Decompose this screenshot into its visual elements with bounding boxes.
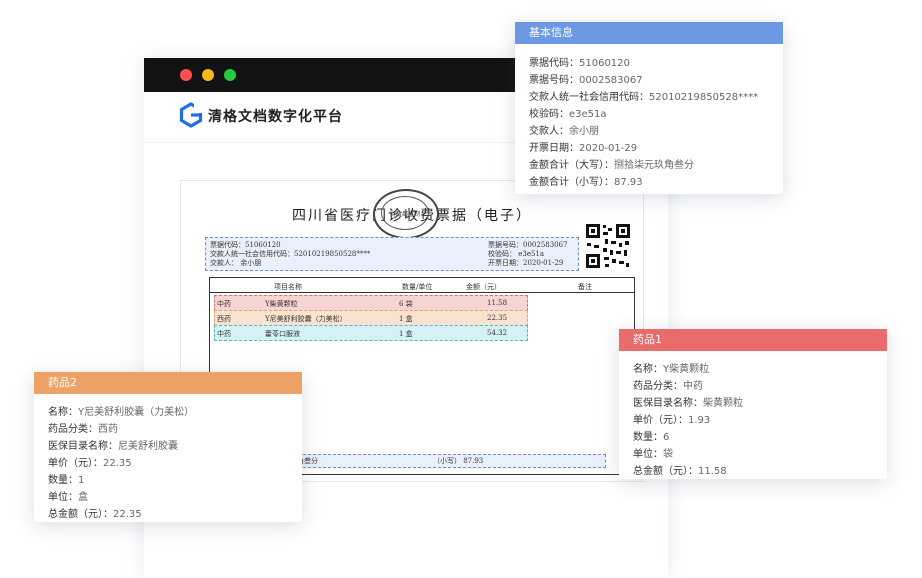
maximize-dot-icon[interactable]: [224, 69, 236, 81]
basic-info-card: 基本信息 票据代码：51060120 票据号码：0002583067 交款人统一…: [515, 22, 783, 194]
row-item-name: 藿苓口服液: [265, 330, 300, 338]
row-amount: 54.32: [487, 329, 508, 337]
drug-field: 单价（元）：1.93: [633, 415, 711, 426]
close-dot-icon[interactable]: [180, 69, 192, 81]
platform-logo-icon: [179, 102, 204, 128]
drug-field: 数量：1: [48, 475, 85, 486]
minimize-dot-icon[interactable]: [202, 69, 214, 81]
column-header-item-name: 项目名称: [274, 283, 302, 291]
column-header-amount: 金额（元）: [466, 283, 501, 291]
row-quantity: 1 盒: [399, 315, 413, 323]
total-amount-small: （小写） 87.93: [433, 457, 484, 465]
row-quantity: 6 袋: [399, 300, 413, 308]
drug-field: 数量：6: [633, 432, 670, 443]
table-row[interactable]: 中药 Y柴黄颗粒 6 袋 11.58: [214, 295, 528, 311]
row-quantity: 1 盒: [399, 330, 413, 338]
drug-field: 名称：Y柴黄颗粒: [633, 364, 710, 375]
drug-field: 总金额（元）：11.58: [633, 466, 727, 477]
info-field: 交款人统一社会信用代码：52010219850528****: [529, 92, 759, 103]
info-field: 金额合计（大写）：捌拾柒元玖角叁分: [529, 160, 694, 171]
seal-inner-ring: 财政部监制: [381, 196, 429, 230]
row-amount: 11.58: [487, 299, 508, 307]
total-row[interactable]: 元玖角叁分 （小写） 87.93: [278, 454, 606, 468]
column-header-quantity-unit: 数量/单位: [402, 283, 433, 291]
drug2-card: 药品2 名称：Y尼美舒利胶囊（力美松） 药品分类：西药 医保目录名称：尼美舒利胶…: [34, 372, 302, 522]
info-field: 校验码：e3e51a: [529, 109, 607, 120]
header-left-line-3: 交款人： 余小朋: [210, 259, 262, 267]
drug-field: 单位：袋: [633, 449, 673, 460]
table-row[interactable]: 中药 藿苓口服液 1 盒 54.32: [214, 325, 528, 341]
row-amount: 22.35: [487, 314, 508, 322]
row-category: 中药: [217, 330, 231, 338]
drug-field: 医保目录名称：尼美舒利胶囊: [48, 441, 178, 452]
receipt-header-block[interactable]: 票据代码：51060120 交款人统一社会信用代码：52010219850528…: [205, 237, 579, 271]
info-field: 票据代码：51060120: [529, 58, 630, 69]
header-right-line-3: 开票日期：2020-01-29: [488, 259, 564, 267]
drug-field: 药品分类：中药: [633, 381, 703, 392]
basic-info-card-header: 基本信息: [515, 22, 783, 44]
drug-field: 单价（元）：22.35: [48, 458, 132, 469]
drug-field: 医保目录名称：柴黄颗粒: [633, 398, 743, 409]
drug1-card-header: 药品1: [619, 329, 887, 351]
row-item-name: Y尼美舒利胶囊（力美松）: [265, 315, 347, 323]
info-field: 交款人：余小朋: [529, 126, 599, 137]
row-item-name: Y柴黄颗粒: [265, 300, 298, 308]
seal-text: 财政部监制: [389, 211, 420, 218]
row-category: 西药: [217, 315, 231, 323]
drug-field: 单位：盒: [48, 492, 88, 503]
info-field: 票据号码：0002583067: [529, 75, 643, 86]
row-category: 中药: [217, 300, 231, 308]
app-title: 清格文档数字化平台: [208, 109, 343, 125]
info-field: 金额合计（小写）：87.93: [529, 177, 643, 188]
column-header-remark: 备注: [578, 283, 592, 291]
drug1-card: 药品1 名称：Y柴黄颗粒 药品分类：中药 医保目录名称：柴黄颗粒 单价（元）：1…: [619, 329, 887, 479]
official-seal: 财政部监制: [373, 189, 439, 239]
drug-field: 总金额（元）：22.35: [48, 509, 142, 520]
drug2-card-header: 药品2: [34, 372, 302, 394]
info-field: 开票日期：2020-01-29: [529, 143, 638, 154]
drug-field: 药品分类：西药: [48, 424, 118, 435]
drug-field: 名称：Y尼美舒利胶囊（力美松）: [48, 407, 195, 418]
table-divider: [210, 292, 634, 293]
table-row[interactable]: 西药 Y尼美舒利胶囊（力美松） 1 盒 22.35: [214, 310, 528, 326]
qr-code-icon: [585, 223, 631, 269]
